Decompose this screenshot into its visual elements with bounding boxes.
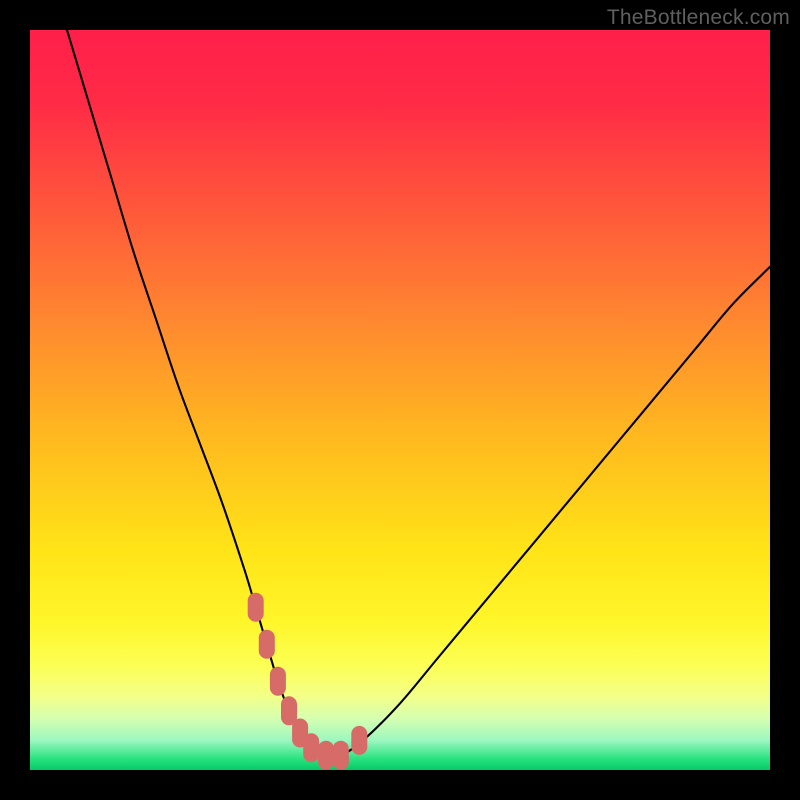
trough-marker [304,734,319,762]
plot-area [30,30,770,770]
trough-marker [248,593,263,621]
chart-frame: TheBottleneck.com [0,0,800,800]
trough-marker [259,630,274,658]
trough-marker [319,741,334,769]
watermark-text: TheBottleneck.com [607,6,790,30]
trough-marker [352,726,367,754]
bottleneck-curve [67,30,770,757]
trough-marker [282,697,297,725]
curve-layer [30,30,770,770]
trough-markers [248,593,367,769]
trough-marker [270,667,285,695]
trough-marker [333,741,348,769]
